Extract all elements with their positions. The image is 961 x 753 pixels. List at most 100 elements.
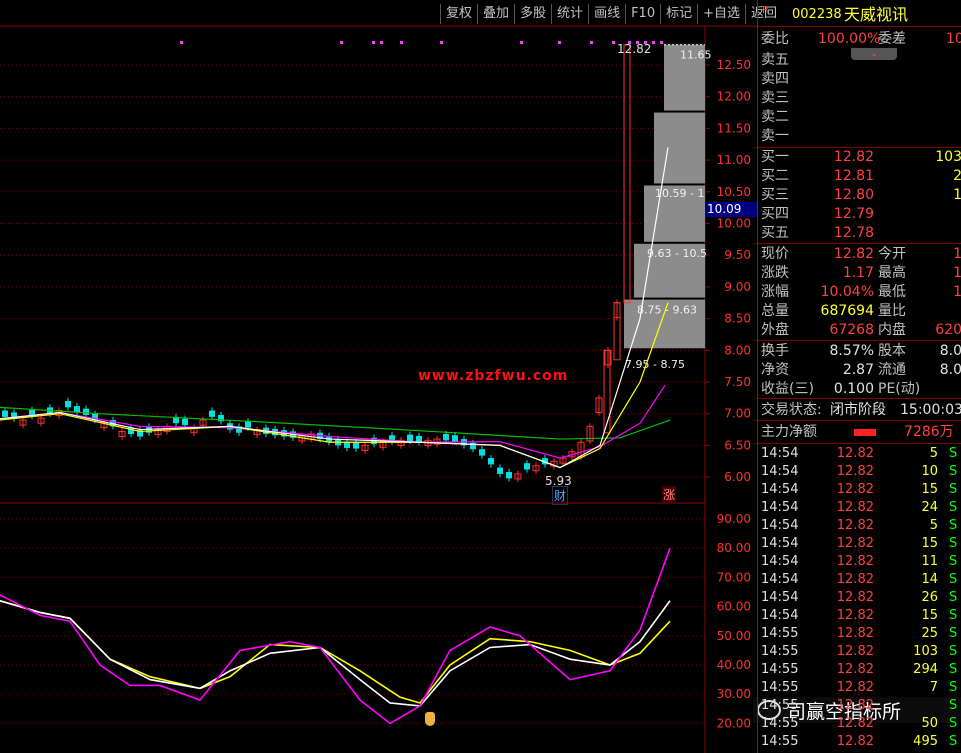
tick-volume: 294 [913, 662, 938, 677]
quote-value-2: 1 [953, 265, 961, 281]
toolbar-button-3[interactable]: 统计 [551, 4, 588, 24]
price-tick-label: 12.50 [717, 58, 751, 72]
quote-value: 687694 [820, 303, 874, 319]
tick-time: 14:54 [761, 608, 799, 623]
weibi-value: 100.00% [818, 31, 881, 47]
buy-label: 买二 [761, 168, 789, 184]
weicha-label: 委差 [878, 31, 906, 47]
ma-line-magenta [0, 384, 666, 459]
price-tick-label: 7.00 [724, 407, 751, 421]
fin-label-2: 股本 [878, 343, 906, 359]
candle-body-down [452, 435, 458, 442]
tick-volume: 10 [921, 464, 938, 479]
toolbar-button-6[interactable]: 标记 [660, 4, 697, 24]
tick-row: 14:54 12.82 10 S [758, 463, 961, 481]
signal-dot [520, 41, 523, 44]
chip-range-label: 10.59 - 1 [655, 187, 704, 200]
tick-row: 14:55 12.82 50 S [758, 715, 961, 733]
toolbar-button-5[interactable]: F10 [625, 4, 660, 24]
candle-body-down [209, 410, 215, 417]
toolbar-button-2[interactable]: 多股 [514, 4, 551, 24]
tick-time: 14:54 [761, 482, 799, 497]
tick-time: 14:54 [761, 446, 799, 461]
tick-side: S [949, 572, 958, 587]
price-tick-label: 6.00 [724, 470, 751, 484]
price-tick-label: 8.00 [724, 343, 751, 357]
tick-price: 12.82 [836, 716, 874, 731]
tick-time: 14:55 [761, 626, 799, 641]
quote-separator [758, 243, 961, 244]
tick-volume: 24 [921, 500, 938, 515]
chip-range-label: 11.65 [680, 49, 712, 62]
osc-tick-label: 80.00 [717, 541, 751, 555]
candle-body-down [443, 433, 449, 441]
tick-volume: 5 [929, 446, 938, 461]
buy-row: 买三 12.80 1 [758, 186, 961, 205]
tick-side: S [949, 716, 958, 731]
high-price-label: 12.82 [617, 42, 652, 56]
quote-value-2: 1 [953, 246, 961, 262]
sell-label: 卖四 [761, 71, 789, 87]
candle-body-down [353, 442, 359, 449]
toolbar-button-4[interactable]: 画线 [588, 4, 625, 24]
quote-row: 总量 687694 量比 [758, 302, 961, 321]
tick-time: 14:54 [761, 500, 799, 515]
quote-label-2: 内盘 [878, 322, 906, 338]
tick-row: 14:54 12.82 11 S [758, 553, 961, 571]
tick-side: S [949, 644, 958, 659]
tick-row: 14:54 12.82 15 S [758, 535, 961, 553]
tick-side: S [949, 698, 958, 713]
sell-row: 卖五 [758, 51, 961, 70]
event-marker-cai[interactable]: 财 [552, 486, 569, 505]
quote-label: 涨幅 [761, 284, 789, 300]
tick-price: 12.82 [836, 536, 874, 551]
price-tick-label: 7.50 [724, 375, 751, 389]
tick-time: 14:54 [761, 590, 799, 605]
ticks-separator [758, 443, 961, 444]
event-marker-zhang[interactable]: 涨 [662, 486, 677, 503]
tick-price: 12.82 [836, 482, 874, 497]
fin-separator [758, 340, 961, 341]
buy-label: 买四 [761, 206, 789, 222]
quote-label: 总量 [761, 303, 789, 319]
mainflow-row[interactable]: 主力净额 7286万 [758, 423, 961, 442]
tick-row: 14:55 12.82 7 S [758, 679, 961, 697]
mainflow-label: 主力净额 [761, 424, 817, 440]
price-tick-label: 9.50 [724, 248, 751, 262]
kline-chart[interactable]: 11.6510.59 - 19.63 - 10.58.75 - 9.637.95… [0, 0, 757, 753]
toolbar-button-0[interactable]: 复权 [440, 4, 477, 24]
price-tick-label: 11.50 [717, 121, 751, 135]
quote-row: 外盘 67268 内盘 620 [758, 321, 961, 340]
tick-volume: 103 [913, 644, 938, 659]
buy-row: 买四 12.79 [758, 205, 961, 224]
signal-dot [180, 41, 183, 44]
ma-line-yellow [0, 302, 669, 469]
toolbar-button-7[interactable]: +自选 [697, 4, 745, 24]
signal-dot [612, 41, 615, 44]
tick-row: 14:55 12.82 103 S [758, 643, 961, 661]
quote-label: 涨跌 [761, 265, 789, 281]
toolbar-button-1[interactable]: 叠加 [477, 4, 514, 24]
tick-side: S [949, 554, 958, 569]
price-tick-label: 8.50 [724, 312, 751, 326]
price-tick-label: 10.00 [717, 217, 751, 231]
tick-side: S [949, 734, 958, 749]
top-toolbar: 复权 叠加 多股 统计 画线 F10 标记 +自选 返回 [440, 4, 782, 24]
tick-time: 14:54 [761, 536, 799, 551]
candle-body-down [506, 472, 512, 479]
sell-row: 卖一 [758, 127, 961, 146]
current-price-box: 10.09 [705, 202, 757, 217]
tick-row: 14:54 12.82 15 S [758, 607, 961, 625]
stock-badge: R [762, 5, 769, 16]
quote-label: 外盘 [761, 322, 789, 338]
quote-value-2: 1 [953, 284, 961, 300]
tick-price: 12.82 [836, 572, 874, 587]
quote-row: 现价 12.82 今开 1 [758, 245, 961, 264]
sell-row: 卖三 [758, 89, 961, 108]
price-tick-label: 10.50 [717, 185, 751, 199]
mainflow-value: 7286万 [904, 424, 954, 440]
quote-row: 涨幅 10.04% 最低 1 [758, 283, 961, 302]
weicha-value: 10 [946, 31, 961, 47]
tick-volume: 15 [921, 608, 938, 623]
fin-label: 换手 [761, 343, 789, 359]
